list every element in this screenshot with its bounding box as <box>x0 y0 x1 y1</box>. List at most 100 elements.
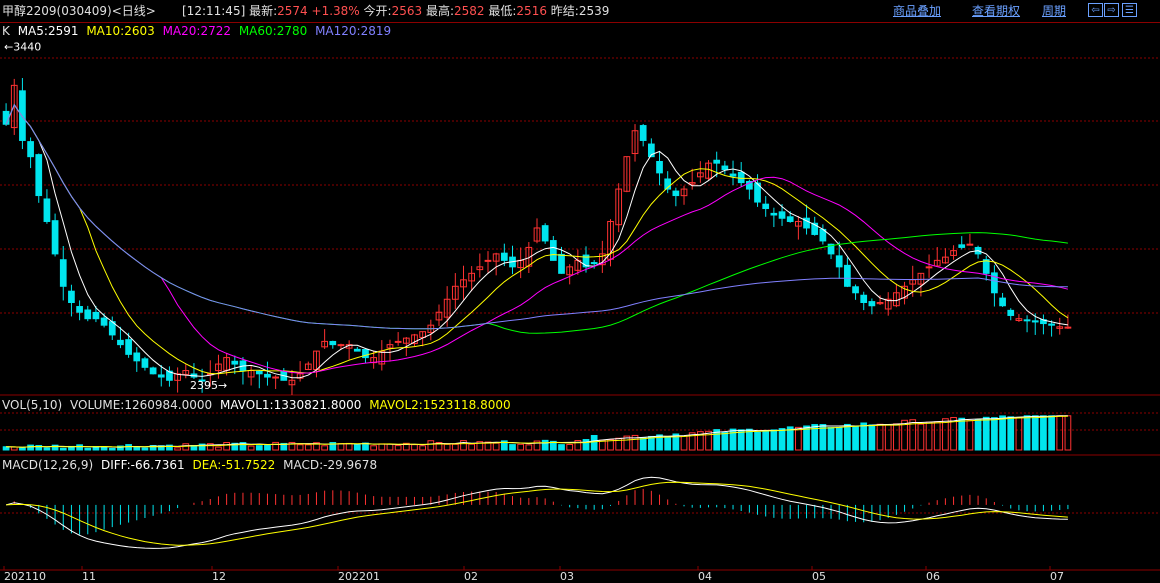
volume-bar <box>721 432 729 451</box>
volume-bar <box>917 423 925 451</box>
volume-bar <box>778 428 786 451</box>
candle-down <box>100 317 108 326</box>
k-label: K <box>2 24 10 38</box>
volume-bar <box>255 445 263 451</box>
candle-down <box>590 262 598 265</box>
candle-down <box>133 352 141 362</box>
diff-legend: DIFF:-66.7361 <box>100 458 185 472</box>
candle-down <box>117 339 124 346</box>
volume-bar <box>868 424 876 451</box>
macd-label: MACD(12,26,9) <box>2 458 94 472</box>
ma20-legend: MA20:2722 <box>162 24 231 38</box>
volume-bar <box>419 445 427 451</box>
volume-bar <box>451 443 459 451</box>
candle-down <box>76 306 83 313</box>
volume-bar <box>925 421 933 451</box>
volume-bar <box>958 417 966 451</box>
candle-down <box>778 211 786 219</box>
x-tick-label: 06 <box>926 570 940 583</box>
volume-bar <box>76 444 83 451</box>
candle-down <box>639 125 647 141</box>
candle-down <box>1048 323 1055 326</box>
volume-bar <box>247 445 255 451</box>
candle-down <box>264 373 271 378</box>
volume-bar <box>966 420 974 451</box>
volume-bar <box>19 447 26 451</box>
dea-line <box>6 481 1068 546</box>
candle-down <box>149 367 157 375</box>
candle-down <box>762 203 770 210</box>
x-tick-label: 11 <box>82 570 96 583</box>
volume-bar <box>509 444 516 451</box>
candle-down <box>43 198 51 222</box>
candle-up <box>1064 326 1072 329</box>
k-legend: K MA5:2591 MA10:2603 MA20:2722 MA60:2780… <box>2 24 395 38</box>
volume-bar <box>182 443 190 451</box>
volume-bar <box>394 445 402 451</box>
candle-down <box>549 240 557 261</box>
volume-bar <box>492 442 500 451</box>
volume-bar <box>541 439 549 451</box>
ma5-legend: MA5:2591 <box>17 24 79 38</box>
volume-bar <box>664 435 672 451</box>
candle-down <box>59 259 67 287</box>
ma10-legend: MA10:2603 <box>86 24 155 38</box>
volume-bar <box>795 426 802 451</box>
volume-bar <box>370 445 377 451</box>
candle-down <box>231 360 239 365</box>
volume-bar <box>762 430 770 451</box>
volume-bar <box>1023 415 1031 451</box>
candle-down <box>353 348 361 352</box>
low-price-label: 2395→ <box>190 379 227 392</box>
dea-legend: DEA:-51.7522 <box>192 458 276 472</box>
candle-up <box>394 340 402 343</box>
kline-chart[interactable]: ←3440 2395→ 202110 11 12 202201 02 03 04 05 06 07 <box>0 0 1160 583</box>
macd-value-legend: MACD:-29.9678 <box>283 458 378 472</box>
volume-bar <box>876 423 884 451</box>
candle-down <box>92 311 100 320</box>
candle-down <box>844 264 851 287</box>
candle-down <box>770 212 778 216</box>
volume-bar <box>933 421 941 451</box>
ma60-legend: MA60:2780 <box>238 24 308 38</box>
volume-bar <box>345 442 353 451</box>
volume-legend: VOLUME:1260984.0000 <box>70 398 213 412</box>
volume-bar <box>982 416 990 451</box>
volume-bar <box>590 435 598 451</box>
volume-bar <box>746 428 753 451</box>
volume-bar <box>639 437 647 451</box>
mavol2-line <box>6 415 1068 448</box>
volume-bar <box>827 427 835 451</box>
mavol2-legend: MAVOL2:1523118.8000 <box>369 398 511 412</box>
candle-down <box>958 244 966 248</box>
volume-bar <box>353 444 361 451</box>
candle-down <box>500 252 508 261</box>
volume-bar <box>272 441 279 451</box>
volume-bar <box>100 446 108 451</box>
x-tick-label: 03 <box>560 570 574 583</box>
vol-label: VOL(5,10) <box>2 398 63 412</box>
candle-down <box>141 358 149 368</box>
candle-down <box>737 171 745 184</box>
volume-bar <box>525 444 533 451</box>
volume-bar <box>43 447 51 451</box>
vol-legend: VOL(5,10) VOLUME:1260984.0000 MAVOL1:133… <box>2 398 515 412</box>
volume-bar <box>468 443 476 451</box>
volume-bar <box>999 415 1006 451</box>
volume-bar <box>1048 415 1055 451</box>
volume-bar <box>893 423 900 451</box>
volume-bar <box>1040 415 1047 451</box>
volume-bar <box>860 422 868 451</box>
volume-bar <box>770 429 778 451</box>
volume-bar <box>680 435 688 451</box>
candle-down <box>2 110 10 125</box>
x-tick-label: 07 <box>1050 570 1064 583</box>
volume-bar <box>386 443 394 451</box>
volume-bar <box>215 446 222 451</box>
candle-down <box>868 301 876 307</box>
volume-bar <box>141 447 149 451</box>
macd-legend: MACD(12,26,9) DIFF:-66.7361 DEA:-51.7522… <box>2 458 381 472</box>
x-tick-label: 05 <box>812 570 826 583</box>
candle-down <box>51 220 59 255</box>
candle-down <box>982 259 990 274</box>
